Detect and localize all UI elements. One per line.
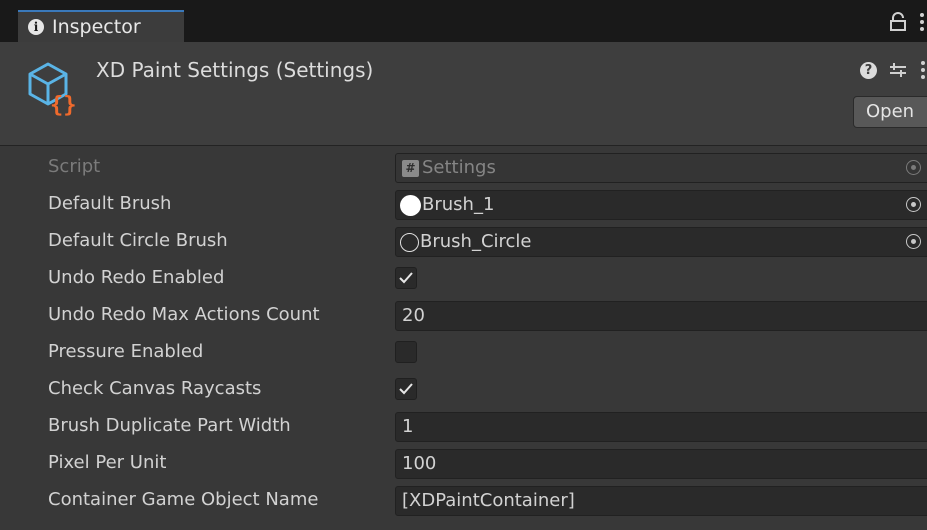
object-picker-icon — [906, 160, 921, 175]
lock-icon[interactable] — [889, 12, 907, 32]
default-circle-brush-field[interactable]: Brush_Circle — [395, 227, 927, 257]
row-undo-redo-max: Undo Redo Max Actions Count 20 — [0, 298, 927, 334]
scriptable-object-icon: {} — [26, 56, 86, 118]
more-options-icon[interactable] — [919, 60, 927, 80]
script-file-icon: # — [402, 159, 419, 177]
checkmark-icon — [399, 272, 413, 284]
pixel-per-unit-label: Pixel Per Unit — [48, 452, 167, 473]
presets-icon[interactable] — [889, 61, 907, 79]
row-default-brush: Default Brush Brush_1 — [0, 187, 927, 223]
texture-icon — [400, 232, 419, 252]
pressure-enabled-checkbox[interactable] — [395, 341, 417, 363]
row-default-circle-brush: Default Circle Brush Brush_Circle — [0, 224, 927, 260]
open-button[interactable]: Open — [853, 96, 927, 128]
row-pressure-enabled: Pressure Enabled — [0, 335, 927, 371]
inspector-header: {} XD Paint Settings (Settings) ? Open — [0, 42, 927, 146]
tab-inspector[interactable]: i Inspector — [18, 10, 184, 42]
texture-icon — [400, 194, 421, 216]
object-picker-icon[interactable] — [906, 197, 921, 212]
tab-bar-controls — [889, 12, 927, 32]
undo-redo-max-input[interactable]: 20 — [395, 301, 927, 331]
svg-text:{}: {} — [50, 93, 77, 116]
row-pixel-per-unit: Pixel Per Unit 100 — [0, 446, 927, 482]
row-script: Script # Settings — [0, 150, 927, 186]
check-canvas-raycasts-label: Check Canvas Raycasts — [48, 378, 262, 399]
checkmark-icon — [399, 383, 413, 395]
row-undo-redo-enabled: Undo Redo Enabled — [0, 261, 927, 297]
undo-redo-enabled-label: Undo Redo Enabled — [48, 267, 225, 288]
object-picker-icon[interactable] — [906, 234, 921, 249]
tab-bar: i Inspector — [0, 0, 927, 42]
undo-redo-max-label: Undo Redo Max Actions Count — [48, 304, 320, 325]
pixel-per-unit-input[interactable]: 100 — [395, 449, 927, 479]
row-container-name: Container Game Object Name [XDPaintConta… — [0, 483, 927, 519]
container-name-label: Container Game Object Name — [48, 489, 319, 510]
pressure-enabled-label: Pressure Enabled — [48, 341, 204, 362]
brush-duplicate-part-width-label: Brush Duplicate Part Width — [48, 415, 291, 436]
script-value: Settings — [422, 157, 496, 178]
default-brush-value: Brush_1 — [422, 194, 495, 215]
brush-duplicate-part-width-input[interactable]: 1 — [395, 412, 927, 442]
check-canvas-raycasts-checkbox[interactable] — [395, 378, 417, 400]
default-circle-brush-label: Default Circle Brush — [48, 230, 228, 251]
tab-label: Inspector — [52, 16, 141, 38]
script-field: # Settings — [395, 153, 927, 183]
script-label: Script — [48, 156, 101, 177]
help-icon[interactable]: ? — [860, 61, 877, 79]
row-check-canvas-raycasts: Check Canvas Raycasts — [0, 372, 927, 408]
container-name-input[interactable]: [XDPaintContainer] — [395, 486, 927, 516]
header-controls: ? — [860, 60, 927, 80]
info-icon: i — [28, 19, 44, 35]
default-brush-label: Default Brush — [48, 193, 172, 214]
more-options-icon[interactable] — [917, 12, 927, 32]
default-brush-field[interactable]: Brush_1 — [395, 190, 927, 220]
default-circle-brush-value: Brush_Circle — [420, 231, 532, 252]
asset-title: XD Paint Settings (Settings) — [96, 58, 374, 82]
undo-redo-enabled-checkbox[interactable] — [395, 267, 417, 289]
row-brush-duplicate-part-width: Brush Duplicate Part Width 1 — [0, 409, 927, 445]
